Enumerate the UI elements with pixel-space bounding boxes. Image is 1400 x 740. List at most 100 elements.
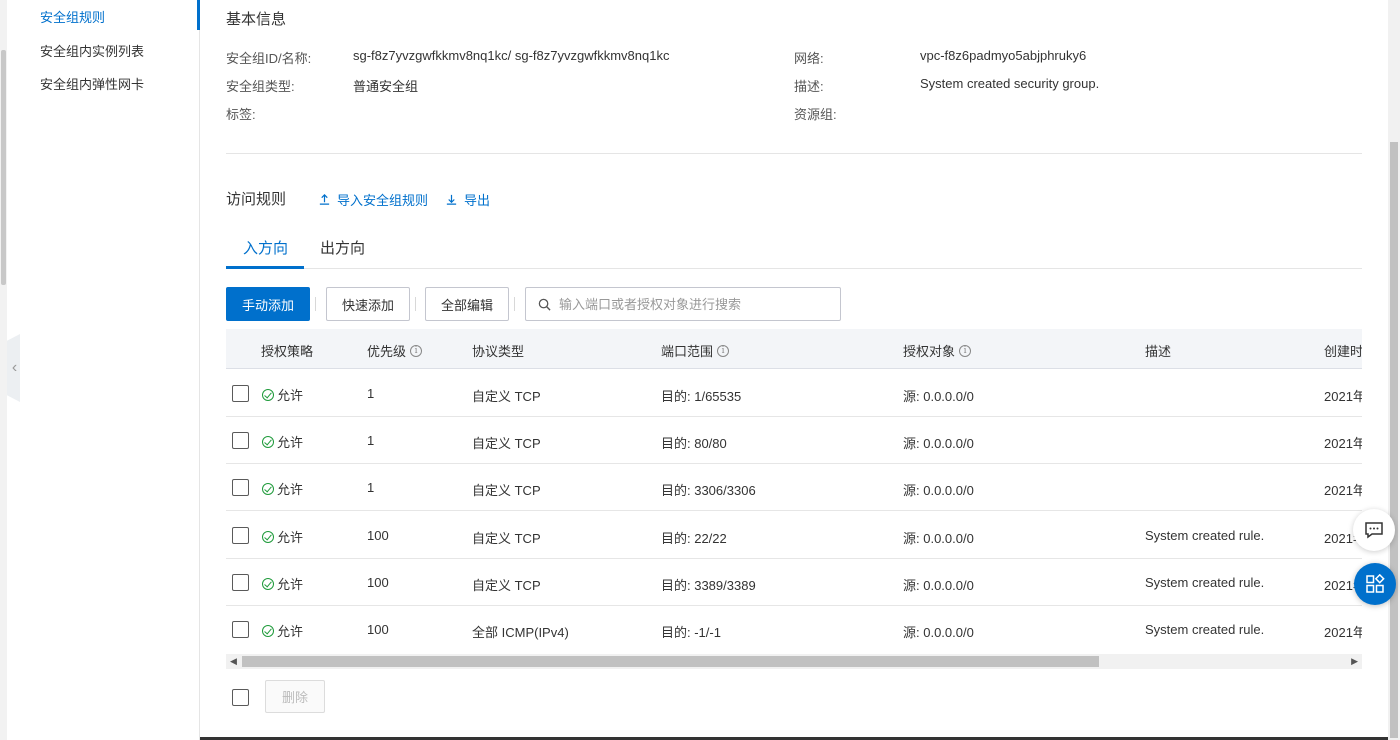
table-row: 允许 100 全部 ICMP(IPv4) 目的: -1/-1 源: 0.0.0.… — [226, 606, 1362, 653]
sidebar-item-instances[interactable]: 安全组内实例列表 — [40, 41, 144, 60]
row-checkbox[interactable] — [232, 432, 249, 449]
basic-info-title: 基本信息 — [226, 11, 287, 28]
policy-cell: 允许 — [262, 574, 303, 593]
column-header-protocol[interactable]: 协议类型 — [472, 341, 524, 360]
resource-group-label: 资源组: — [794, 107, 837, 122]
info-icon[interactable]: i — [959, 344, 972, 357]
source-cell: 源: 0.0.0.0/0 — [903, 531, 974, 546]
horizontal-scrollbar-thumb[interactable] — [242, 656, 1099, 667]
source-cell: 源: 0.0.0.0/0 — [903, 389, 974, 404]
sidebar-item-rules[interactable]: 安全组规则 — [40, 7, 105, 26]
priority-cell: 100 — [367, 528, 389, 543]
row-checkbox[interactable] — [232, 527, 249, 544]
column-header-priority[interactable]: 优先级 i — [367, 341, 423, 360]
protocol-cell: 自定义 TCP — [472, 436, 541, 451]
table-header: 授权策略 优先级 i 协议类型 端口范围 i 授权对象 i 描述 创建时 — [226, 329, 1362, 369]
main-content: 基本信息 安全组ID/名称: sg-f8z7yvzgwfkkmv8nq1kc/ … — [200, 0, 1388, 740]
page-vertical-scrollbar[interactable] — [1388, 0, 1400, 740]
scroll-left-arrow-icon[interactable]: ◀ — [230, 656, 237, 667]
policy-cell: 允许 — [262, 527, 303, 546]
search-box[interactable] — [525, 287, 841, 321]
source-cell: 源: 0.0.0.0/0 — [903, 578, 974, 593]
download-icon — [446, 194, 457, 205]
import-rules-label: 导入安全组规则 — [337, 193, 429, 208]
column-header-policy[interactable]: 授权策略 — [261, 341, 313, 360]
port-cell: 目的: 1/65535 — [661, 389, 742, 404]
priority-cell: 1 — [367, 386, 375, 401]
section-divider — [226, 153, 1362, 154]
chat-float-button[interactable] — [1353, 509, 1395, 551]
source-cell: 源: 0.0.0.0/0 — [903, 625, 974, 640]
column-header-port-range[interactable]: 端口范围 i — [661, 341, 730, 360]
tab-inbound[interactable]: 入方向 — [243, 237, 288, 258]
description-label: 描述: — [794, 79, 824, 94]
row-checkbox[interactable] — [232, 621, 249, 638]
check-circle-icon — [262, 530, 274, 543]
vertical-scrollbar-thumb[interactable] — [1390, 142, 1398, 738]
row-checkbox[interactable] — [232, 385, 249, 402]
port-cell: 目的: 80/80 — [661, 436, 727, 451]
edit-all-button[interactable]: 全部编辑 — [425, 287, 509, 321]
created-cell: 2021年 — [1324, 389, 1362, 404]
export-link[interactable]: 导出 — [445, 190, 490, 209]
priority-cell: 1 — [367, 480, 375, 495]
port-cell: 目的: 22/22 — [661, 531, 727, 546]
column-header-source[interactable]: 授权对象 i — [903, 341, 972, 360]
export-label: 导出 — [464, 193, 491, 208]
button-separator — [415, 297, 416, 311]
row-checkbox[interactable] — [232, 574, 249, 591]
sidebar-item-eni[interactable]: 安全组内弹性网卡 — [40, 74, 144, 93]
info-icon[interactable]: i — [410, 344, 423, 357]
description-cell: System created rule. — [1145, 528, 1265, 543]
protocol-cell: 自定义 TCP — [472, 483, 541, 498]
quick-add-button[interactable]: 快速添加 — [326, 287, 410, 321]
check-circle-icon — [262, 624, 274, 637]
button-separator — [514, 297, 515, 311]
chat-icon — [1365, 522, 1383, 539]
created-cell: 2021年 — [1324, 436, 1362, 451]
network-value: vpc-f8z6padmyo5abjphruky6 — [920, 48, 1087, 63]
rules-table: 授权策略 优先级 i 协议类型 端口范围 i 授权对象 i 描述 创建时 允许 1 自… — [226, 329, 1362, 654]
scroll-right-arrow-icon[interactable]: ▶ — [1351, 656, 1358, 667]
manual-add-button[interactable]: 手动添加 — [226, 287, 310, 321]
check-circle-icon — [262, 435, 274, 448]
row-checkbox[interactable] — [232, 479, 249, 496]
delete-button[interactable]: 删除 — [265, 680, 325, 713]
apps-float-button[interactable] — [1354, 563, 1396, 605]
table-row: 允许 1 自定义 TCP 目的: 80/80 源: 0.0.0.0/0 2021… — [226, 417, 1362, 464]
protocol-cell: 全部 ICMP(IPv4) — [472, 625, 569, 640]
table-row: 允许 100 自定义 TCP 目的: 22/22 源: 0.0.0.0/0 Sy… — [226, 512, 1362, 559]
sg-type-label: 安全组类型: — [226, 79, 295, 94]
port-cell: 目的: 3389/3389 — [661, 578, 756, 593]
active-tab-indicator — [226, 266, 304, 269]
info-icon[interactable]: i — [717, 344, 730, 357]
policy-cell: 允许 — [262, 479, 303, 498]
table-row: 允许 100 自定义 TCP 目的: 3389/3389 源: 0.0.0.0/… — [226, 559, 1362, 606]
column-header-description[interactable]: 描述 — [1145, 341, 1171, 360]
search-input[interactable] — [559, 296, 819, 312]
table-row: 允许 1 自定义 TCP 目的: 1/65535 源: 0.0.0.0/0 20… — [226, 370, 1362, 417]
source-cell: 源: 0.0.0.0/0 — [903, 436, 974, 451]
apps-grid-icon — [1366, 574, 1385, 593]
outer-scrollbar[interactable] — [0, 0, 7, 740]
description-cell: System created rule. — [1145, 622, 1265, 637]
protocol-cell: 自定义 TCP — [472, 389, 541, 404]
priority-cell: 100 — [367, 622, 389, 637]
tabs-baseline — [226, 268, 1362, 269]
access-rules-title: 访问规则 — [226, 191, 287, 208]
import-rules-link[interactable]: 导入安全组规则 — [318, 190, 428, 209]
table-horizontal-scrollbar[interactable]: ◀ ▶ — [226, 654, 1362, 669]
chevron-left-icon: ‹ — [11, 359, 18, 376]
button-separator — [315, 297, 316, 311]
sg-id-label: 安全组ID/名称: — [226, 51, 312, 66]
select-all-checkbox[interactable] — [232, 689, 249, 706]
sg-id-value: sg-f8z7yvzgwfkkmv8nq1kc/ sg-f8z7yvzgwfkk… — [353, 48, 670, 63]
protocol-cell: 自定义 TCP — [472, 531, 541, 546]
outer-scrollbar-thumb[interactable] — [1, 50, 6, 285]
sidebar: 安全组规则 安全组内实例列表 安全组内弹性网卡 — [7, 0, 200, 740]
search-icon — [538, 298, 551, 311]
check-circle-icon — [262, 577, 274, 590]
sidebar-collapse-toggle[interactable]: ‹ — [7, 334, 20, 402]
tab-outbound[interactable]: 出方向 — [320, 237, 365, 258]
column-header-created[interactable]: 创建时 — [1324, 341, 1362, 360]
